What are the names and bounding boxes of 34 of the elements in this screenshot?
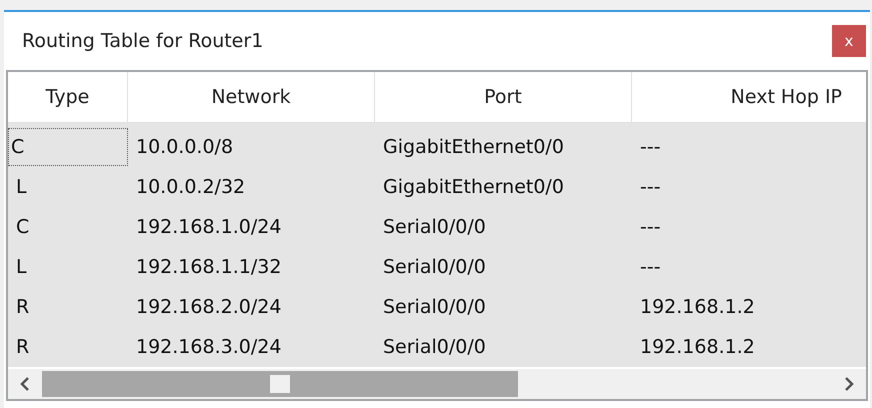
table-cell-text: --- xyxy=(639,135,662,160)
window-title: Routing Table for Router1 xyxy=(22,30,264,52)
table-cell-text: GigabitEthernet0/0 xyxy=(382,175,565,200)
table-cell-text: 192.168.1.1/32 xyxy=(135,255,282,280)
column-header[interactable]: Type xyxy=(8,72,128,122)
table-cell-text: L xyxy=(15,255,28,280)
horizontal-scrollbar[interactable] xyxy=(8,367,866,399)
table-cell-text: 192.168.1.2 xyxy=(639,295,756,320)
table-cell-text: R xyxy=(15,335,30,360)
table-cell-text: Serial0/0/0 xyxy=(382,335,487,360)
table-cell-text: 192.168.1.0/24 xyxy=(135,215,282,240)
table-cell-text: L xyxy=(15,175,28,200)
table-cell-text: 192.168.2.0/24 xyxy=(135,295,282,320)
table-cell-text: --- xyxy=(639,175,662,200)
table-cell-text: --- xyxy=(639,215,662,240)
table-cell-text: 192.168.3.0/24 xyxy=(135,335,282,360)
scrollbar-thumb[interactable] xyxy=(42,371,518,397)
scroll-right-icon[interactable] xyxy=(844,377,854,391)
table-cell-text: Serial0/0/0 xyxy=(382,255,487,280)
scroll-left-icon[interactable] xyxy=(20,377,30,391)
table-cell-text: Serial0/0/0 xyxy=(382,295,487,320)
close-button[interactable]: x xyxy=(832,25,866,57)
table-cell-text: 192.168.1.2 xyxy=(639,335,756,360)
table-cell-text: R xyxy=(15,295,30,320)
table-cell-text: 10.0.0.0/8 xyxy=(135,135,234,160)
column-header[interactable]: Port xyxy=(375,72,632,122)
table-cell-text: Serial0/0/0 xyxy=(382,215,487,240)
column-header[interactable]: Next Hop IP xyxy=(632,72,866,122)
table-cell-text: --- xyxy=(639,255,662,280)
table-cell: C xyxy=(8,128,128,166)
table-cell-text: GigabitEthernet0/0 xyxy=(382,135,565,160)
table-cell-text: C xyxy=(15,215,30,240)
column-header[interactable]: Network xyxy=(128,72,375,122)
table-cell-text: 10.0.0.2/32 xyxy=(135,175,246,200)
